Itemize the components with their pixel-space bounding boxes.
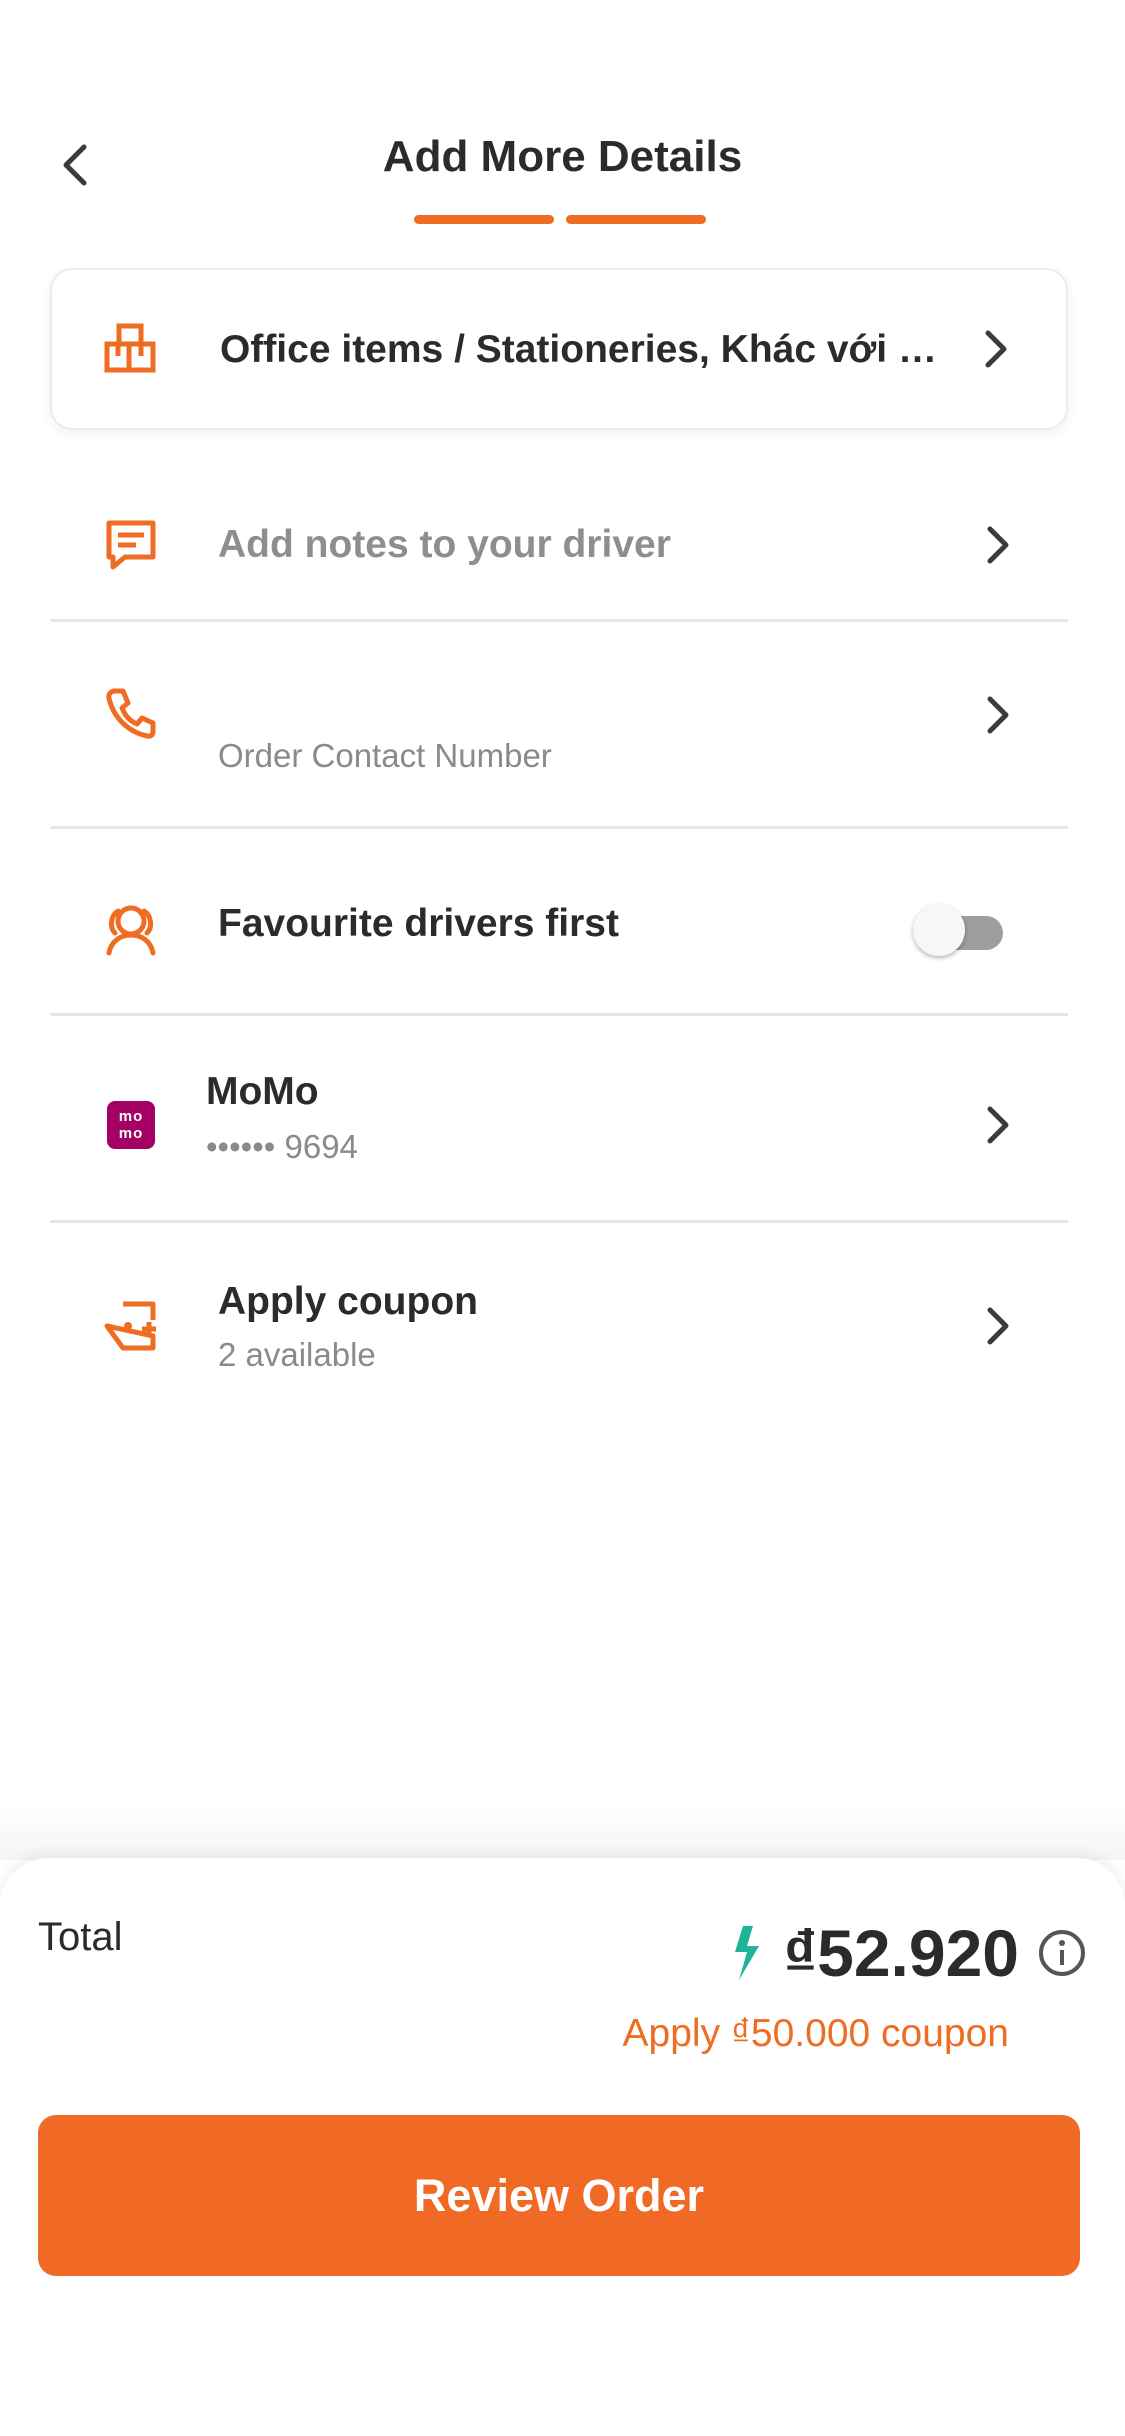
divider	[50, 619, 1068, 622]
toggle-knob	[913, 904, 965, 956]
boxes-icon	[100, 318, 162, 380]
driver-notes-row[interactable]: Add notes to your driver	[50, 475, 1068, 615]
momo-logo: mo mo	[100, 1094, 162, 1156]
coupon-available-count: 2 available	[218, 1336, 376, 1373]
divider	[50, 826, 1068, 829]
contact-number-row[interactable]: Order Contact Number	[50, 640, 1068, 820]
driver-notes-placeholder: Add notes to your driver	[218, 523, 671, 566]
review-order-button[interactable]: Review Order	[38, 2115, 1080, 2276]
favourite-drivers-toggle[interactable]	[913, 904, 1003, 956]
apply-coupon-row[interactable]: Apply coupon 2 available	[50, 1236, 1068, 1416]
step-progress	[414, 215, 706, 224]
total-amount: ₫52.920	[783, 1916, 1019, 1990]
chat-note-icon	[100, 514, 162, 576]
drivers-icon	[100, 899, 162, 961]
momo-logo-text-top: mo	[118, 1108, 144, 1125]
item-type-row[interactable]: Office items / Stationeries, Khác với d.…	[50, 268, 1068, 430]
coupon-tag-icon	[100, 1295, 162, 1357]
total-amount-group: ₫52.920	[725, 1915, 1087, 1991]
chevron-right-icon	[976, 324, 1016, 374]
momo-logo-text-bottom: mo	[118, 1125, 144, 1142]
chevron-right-icon	[978, 690, 1018, 740]
chevron-right-icon	[978, 1100, 1018, 1150]
progress-step-2	[566, 215, 706, 224]
contact-number-field: Order Contact Number	[218, 737, 552, 774]
total-label: Total	[38, 1915, 123, 1959]
phone-icon	[100, 682, 162, 744]
info-icon[interactable]	[1037, 1928, 1087, 1978]
page: Add More Details Office items / Statione…	[0, 0, 1125, 2436]
item-type-label: Office items / Stationeries, Khác với d.…	[220, 328, 950, 371]
divider	[50, 1013, 1068, 1016]
apply-coupon-label: Apply coupon	[218, 1280, 478, 1323]
favourite-drivers-label: Favourite drivers first	[218, 902, 619, 945]
page-title: Add More Details	[382, 132, 743, 181]
payment-method-row[interactable]: mo mo MoMo •••••• 9694	[50, 1030, 1068, 1220]
sheet-shadow	[0, 1800, 1125, 1860]
chevron-right-icon	[978, 520, 1018, 570]
favourite-drivers-row: Favourite drivers first	[50, 845, 1068, 1015]
lightning-icon	[735, 1926, 760, 1980]
chevron-right-icon	[978, 1301, 1018, 1351]
progress-step-1	[414, 215, 554, 224]
payment-method-label: MoMo	[206, 1070, 319, 1113]
apply-coupon-link[interactable]: Apply ₫50.000 coupon	[623, 2012, 1009, 2056]
payment-account-masked: •••••• 9694	[206, 1128, 358, 1165]
divider	[50, 1220, 1068, 1223]
header: Add More Details	[0, 0, 1125, 240]
